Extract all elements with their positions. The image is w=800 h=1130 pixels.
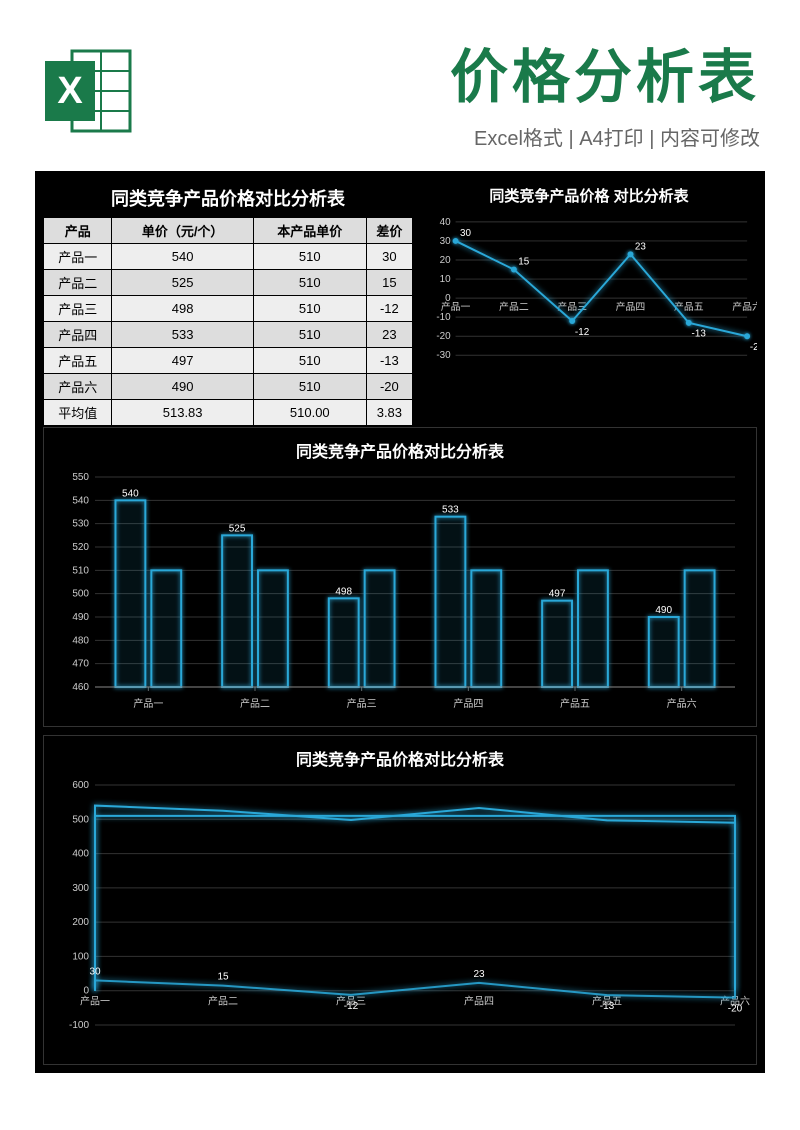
- svg-text:-20: -20: [750, 342, 757, 353]
- line-chart-title: 同类竞争产品价格 对比分析表: [421, 179, 757, 211]
- svg-text:产品六: 产品六: [667, 697, 697, 710]
- svg-text:525: 525: [229, 523, 246, 534]
- svg-text:400: 400: [72, 849, 89, 860]
- svg-text:10: 10: [440, 274, 451, 285]
- svg-text:产品四: 产品四: [453, 697, 483, 710]
- svg-text:产品一: 产品一: [441, 299, 471, 312]
- svg-text:520: 520: [72, 542, 89, 553]
- svg-text:500: 500: [72, 814, 89, 825]
- svg-text:产品二: 产品二: [240, 697, 270, 710]
- bar-chart-panel: 同类竞争产品价格对比分析表 460 470 480 490 500 510 520 530 54…: [43, 427, 757, 727]
- svg-text:-20: -20: [728, 1004, 743, 1015]
- col-diff: 差价: [366, 218, 412, 244]
- svg-text:30: 30: [440, 235, 451, 246]
- svg-text:0: 0: [83, 986, 89, 997]
- svg-text:460: 460: [72, 682, 89, 693]
- svg-text:30: 30: [89, 966, 101, 977]
- svg-text:产品四: 产品四: [616, 299, 646, 312]
- svg-text:550: 550: [72, 472, 89, 483]
- svg-text:540: 540: [72, 495, 89, 506]
- svg-text:470: 470: [72, 659, 89, 670]
- table-row: 产品二52551015: [44, 270, 413, 296]
- svg-text:产品二: 产品二: [499, 299, 529, 312]
- combo-chart-title: 同类竞争产品价格对比分析表: [44, 736, 756, 775]
- document-body: 同类竞争产品价格对比分析表 产品 单价（元/个） 本产品单价 差价 产品一540…: [35, 171, 765, 1073]
- svg-text:产品二: 产品二: [208, 995, 238, 1008]
- excel-icon: X: [40, 41, 140, 141]
- svg-text:-12: -12: [344, 1001, 359, 1012]
- svg-text:产品五: 产品五: [560, 697, 590, 710]
- header-text: 价格分析表 Excel格式 | A4打印 | 内容可修改: [160, 30, 760, 151]
- svg-text:23: 23: [635, 241, 646, 252]
- col-product: 产品: [44, 218, 112, 244]
- svg-text:200: 200: [72, 917, 89, 928]
- table-row: 产品一54051030: [44, 244, 413, 270]
- svg-text:490: 490: [72, 612, 89, 623]
- svg-text:40: 40: [440, 216, 451, 227]
- svg-text:-13: -13: [600, 1001, 615, 1012]
- data-table-panel: 同类竞争产品价格对比分析表 产品 单价（元/个） 本产品单价 差价 产品一540…: [43, 179, 413, 419]
- svg-text:600: 600: [72, 780, 89, 791]
- svg-text:产品一: 产品一: [133, 697, 163, 710]
- svg-text:X: X: [57, 70, 83, 112]
- table-title: 同类竞争产品价格对比分析表: [43, 179, 413, 217]
- svg-text:15: 15: [518, 256, 529, 267]
- data-table: 产品 单价（元/个） 本产品单价 差价 产品一54051030产品二525510…: [43, 217, 413, 426]
- svg-text:480: 480: [72, 635, 89, 646]
- footer-avg-price: 513.83: [112, 400, 253, 426]
- page-header: X 价格分析表 Excel格式 | A4打印 | 内容可修改: [0, 0, 800, 171]
- svg-text:15: 15: [217, 972, 229, 983]
- bar-chart-title: 同类竞争产品价格对比分析表: [44, 428, 756, 467]
- svg-text:500: 500: [72, 589, 89, 600]
- svg-text:540: 540: [122, 488, 139, 499]
- svg-text:530: 530: [72, 519, 89, 530]
- svg-text:产品六: 产品六: [732, 299, 757, 312]
- svg-text:-13: -13: [692, 328, 707, 339]
- footer-label: 平均值: [44, 400, 112, 426]
- col-our-price: 本产品单价: [253, 218, 366, 244]
- svg-text:498: 498: [335, 586, 352, 597]
- svg-text:-100: -100: [69, 1020, 89, 1031]
- svg-text:20: 20: [440, 254, 451, 265]
- col-unit-price: 单价（元/个）: [112, 218, 253, 244]
- svg-text:产品四: 产品四: [464, 995, 494, 1008]
- page-title: 价格分析表: [160, 30, 760, 114]
- table-row: 产品三498510-12: [44, 296, 413, 322]
- svg-text:产品三: 产品三: [347, 697, 377, 710]
- table-row: 产品四53351023: [44, 322, 413, 348]
- svg-text:300: 300: [72, 883, 89, 894]
- svg-text:533: 533: [442, 505, 459, 516]
- svg-text:-30: -30: [436, 350, 451, 361]
- footer-diff: 3.83: [366, 400, 412, 426]
- svg-text:-10: -10: [436, 312, 451, 323]
- svg-text:产品一: 产品一: [80, 995, 110, 1008]
- svg-text:23: 23: [473, 969, 485, 980]
- svg-text:497: 497: [549, 589, 566, 600]
- diff-line-chart: 同类竞争产品价格 对比分析表 -30-20-10010203040产品一产品二产…: [421, 179, 757, 419]
- table-row: 产品五497510-13: [44, 348, 413, 374]
- page-subtitle: Excel格式 | A4打印 | 内容可修改: [160, 122, 760, 151]
- svg-text:30: 30: [460, 228, 471, 239]
- svg-text:-20: -20: [436, 331, 451, 342]
- svg-text:510: 510: [72, 565, 89, 576]
- svg-text:-12: -12: [575, 326, 589, 337]
- combo-chart-panel: 同类竞争产品价格对比分析表 -100 0 100 200 300 400 500 600 产品一…: [43, 735, 757, 1065]
- svg-text:490: 490: [655, 605, 672, 616]
- table-row: 产品六490510-20: [44, 374, 413, 400]
- svg-text:100: 100: [72, 951, 89, 962]
- footer-our-price: 510.00: [253, 400, 366, 426]
